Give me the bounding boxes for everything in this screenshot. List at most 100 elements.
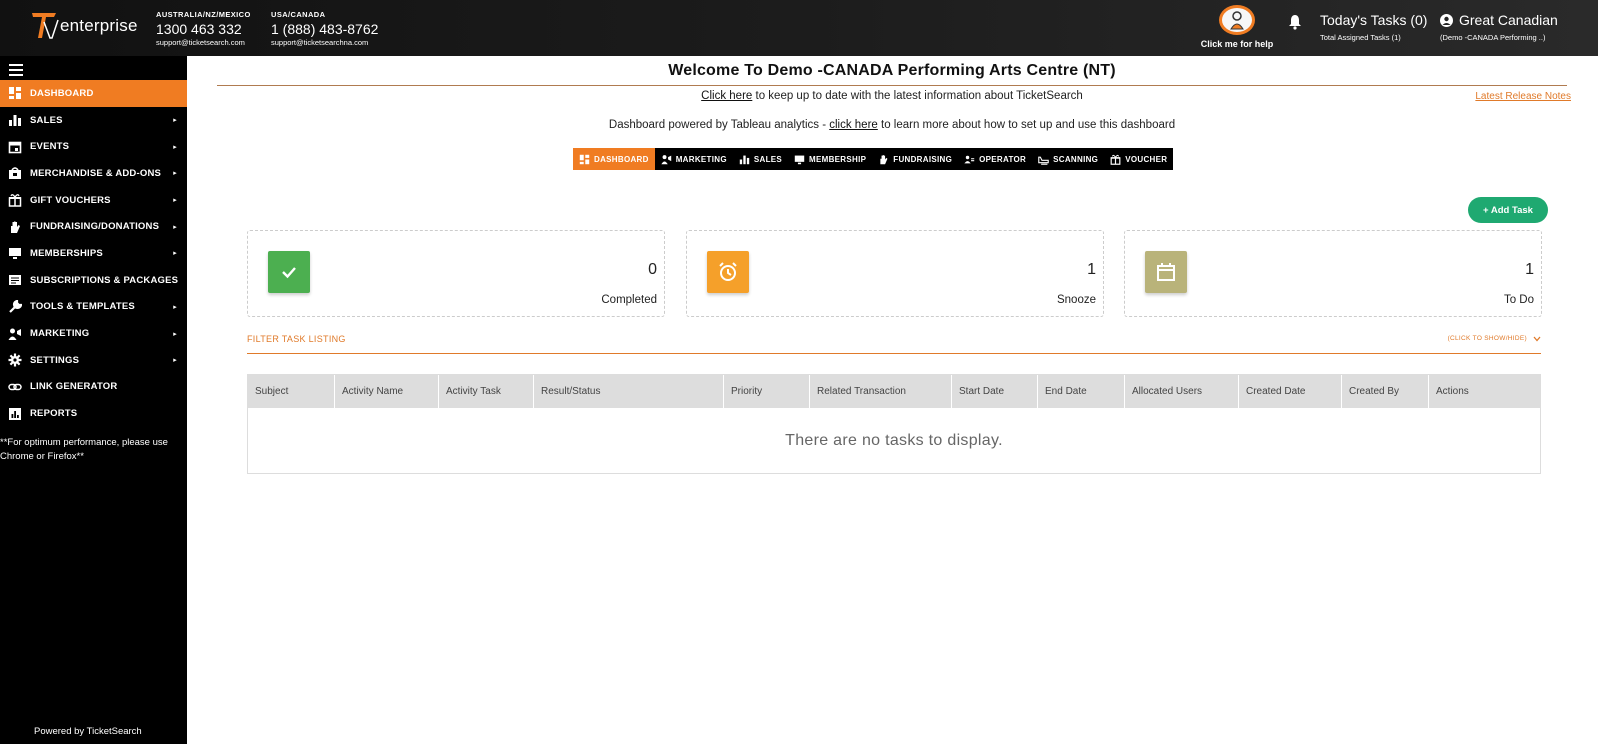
column-header[interactable]: Subject — [248, 375, 335, 408]
sidebar-item-label: MERCHANDISE & ADD-ONS — [30, 167, 162, 179]
dashboard-tabs: DASHBOARD MARKETING SALES MEMBERSHIP FUNDRAI… — [573, 148, 1174, 170]
column-header[interactable]: End Date — [1038, 375, 1125, 408]
gift-icon — [8, 193, 22, 207]
tableau-link[interactable]: click here — [829, 119, 878, 131]
column-header[interactable]: Allocated Users — [1125, 375, 1239, 408]
contact-phone: 1 (888) 483-8762 — [271, 21, 379, 37]
contact-email[interactable]: support@ticketsearchna.com — [271, 38, 378, 47]
sidebar-item-settings[interactable]: SETTINGS ▸ — [0, 347, 187, 374]
column-header[interactable]: Actions — [1429, 375, 1516, 408]
contact-anz: AUSTRALIA/NZ/MEXICO 1300 463 332 support… — [156, 10, 251, 47]
contact-email[interactable]: support@ticketsearch.com — [156, 38, 251, 47]
todays-tasks[interactable]: Today's Tasks (0) Total Assigned Tasks (… — [1320, 12, 1427, 42]
hamburger-menu-icon[interactable] — [9, 64, 23, 79]
task-table: Subject Activity Name Activity Task Result/… — [247, 374, 1541, 474]
column-header[interactable]: Activity Name — [335, 375, 439, 408]
sidebar-item-merchandise-add-ons[interactable]: MERCHANDISE & ADD-ONS ▸ — [0, 160, 187, 187]
sidebar-item-tools-templates[interactable]: TOOLS & TEMPLATES ▸ — [0, 294, 187, 321]
tab-label: MARKETING — [675, 154, 727, 164]
tab-operator[interactable]: OPERATOR — [958, 148, 1032, 170]
column-header[interactable]: Result/Status — [534, 375, 724, 408]
megaphone-icon — [8, 327, 22, 341]
page-title: Welcome To Demo -CANADA Performing Arts … — [668, 62, 1116, 79]
title-divider — [217, 85, 1567, 86]
sidebar-item-link-generator[interactable]: LINK GENERATOR — [0, 374, 187, 401]
help-label: Click me for help — [1200, 39, 1274, 49]
sidebar-item-label: LINK GENERATOR — [30, 381, 118, 393]
dashboard-icon — [8, 86, 22, 100]
empty-state: There are no tasks to display. — [785, 432, 1003, 449]
tab-dashboard[interactable]: DASHBOARD — [573, 148, 655, 170]
caret-right-icon: ▸ — [173, 250, 177, 258]
tab-label: SALES — [753, 154, 783, 164]
sidebar-item-dashboard[interactable]: DASHBOARD — [0, 80, 187, 107]
brand-logo[interactable]: enterprise — [30, 8, 138, 44]
column-header[interactable]: Created By — [1342, 375, 1429, 408]
sidebar-item-subscriptions-packages[interactable]: SUBSCRIPTIONS & PACKAGES — [0, 267, 187, 294]
sidebar-item-fundraising-donations[interactable]: FUNDRAISING/DONATIONS ▸ — [0, 213, 187, 240]
caret-right-icon: ▸ — [173, 223, 177, 231]
gift-icon — [1110, 154, 1121, 165]
tab-membership[interactable]: MEMBERSHIP — [788, 148, 872, 170]
info-line-tableau: Dashboard powered by Tableau analytics -… — [217, 119, 1567, 131]
add-task-button[interactable]: + Add Task — [1468, 197, 1548, 223]
updates-link[interactable]: Click here — [701, 90, 752, 102]
sidebar-item-label: TOOLS & TEMPLATES — [30, 301, 135, 313]
tab-sales[interactable]: SALES — [733, 148, 788, 170]
filter-task-listing[interactable]: FILTER TASK LISTING (CLICK TO SHOW/HIDE) — [247, 334, 1541, 354]
powered-by: Powered by TicketSearch — [34, 726, 142, 737]
report-icon — [8, 407, 22, 421]
sidebar-item-label: FUNDRAISING/DONATIONS — [30, 221, 160, 233]
column-header[interactable]: Related Transaction — [810, 375, 952, 408]
user-menu[interactable]: Great Canadian (Demo -CANADA Performing … — [1440, 12, 1558, 42]
column-header[interactable]: Priority — [724, 375, 810, 408]
sidebar-item-memberships[interactable]: MEMBERSHIPS ▸ — [0, 240, 187, 267]
card-label: Snooze — [1056, 294, 1096, 306]
tasks-title: Today's Tasks (0) — [1320, 12, 1428, 28]
sidebar-item-label: SUBSCRIPTIONS & PACKAGES — [30, 274, 179, 286]
card-value: 0 — [648, 261, 657, 278]
tab-scanning[interactable]: SCANNING — [1032, 148, 1104, 170]
sidebar-item-sales[interactable]: SALES ▸ — [0, 107, 187, 134]
megaphone-icon — [661, 154, 672, 165]
caret-right-icon: ▸ — [173, 330, 177, 338]
column-header[interactable]: Start Date — [952, 375, 1038, 408]
sidebar-item-label: EVENTS — [30, 141, 70, 153]
sidebar-item-events[interactable]: EVENTS ▸ — [0, 133, 187, 160]
chevron-down-icon — [1533, 336, 1541, 341]
caret-right-icon: ▸ — [173, 303, 177, 311]
bell-icon[interactable] — [1288, 14, 1302, 35]
sidebar: DASHBOARD SALES ▸ EVENTS ▸ MERCHANDISE & ADD-… — [0, 56, 187, 744]
tab-marketing[interactable]: MARKETING — [655, 148, 733, 170]
caret-right-icon: ▸ — [173, 170, 177, 178]
filter-toggle-label: (CLICK TO SHOW/HIDE) — [1447, 335, 1527, 342]
column-header[interactable]: Activity Task — [439, 375, 534, 408]
contact-na: USA/CANADA 1 (888) 483-8762 support@tick… — [271, 10, 378, 47]
tasks-subtitle: Total Assigned Tasks (1) — [1320, 33, 1401, 42]
sidebar-item-label: REPORTS — [30, 408, 78, 420]
tab-label: FUNDRAISING — [893, 154, 953, 164]
sidebar-item-marketing[interactable]: MARKETING ▸ — [0, 320, 187, 347]
gear-icon — [8, 353, 22, 367]
tab-voucher[interactable]: VOUCHER — [1104, 148, 1173, 170]
bar-chart-icon — [8, 113, 22, 127]
filter-toggle[interactable]: (CLICK TO SHOW/HIDE) — [1448, 335, 1541, 342]
tab-label: OPERATOR — [979, 154, 1027, 164]
contact-region: USA/CANADA — [271, 10, 326, 19]
card-snooze: 1 Snooze — [686, 230, 1104, 317]
column-header[interactable]: Created Date — [1239, 375, 1342, 408]
sidebar-item-label: GIFT VOUCHERS — [30, 194, 111, 206]
card-value: 1 — [1087, 261, 1096, 278]
wrench-icon — [8, 299, 22, 314]
tab-fundraising[interactable]: FUNDRAISING — [872, 148, 958, 170]
sidebar-item-gift-vouchers[interactable]: GIFT VOUCHERS ▸ — [0, 187, 187, 214]
sidebar-nav: DASHBOARD SALES ▸ EVENTS ▸ MERCHANDISE & ADD-… — [0, 80, 187, 427]
user-avatar-icon — [1440, 13, 1453, 27]
user-venue: (Demo -CANADA Performing ..) — [1440, 33, 1546, 42]
release-notes-link[interactable]: Latest Release Notes — [1475, 91, 1571, 102]
help-button[interactable]: Click me for help — [1192, 5, 1282, 49]
alarm-clock-icon — [707, 251, 749, 293]
card-value: 1 — [1525, 261, 1534, 278]
sidebar-item-reports[interactable]: REPORTS — [0, 400, 187, 427]
check-icon — [268, 251, 310, 293]
